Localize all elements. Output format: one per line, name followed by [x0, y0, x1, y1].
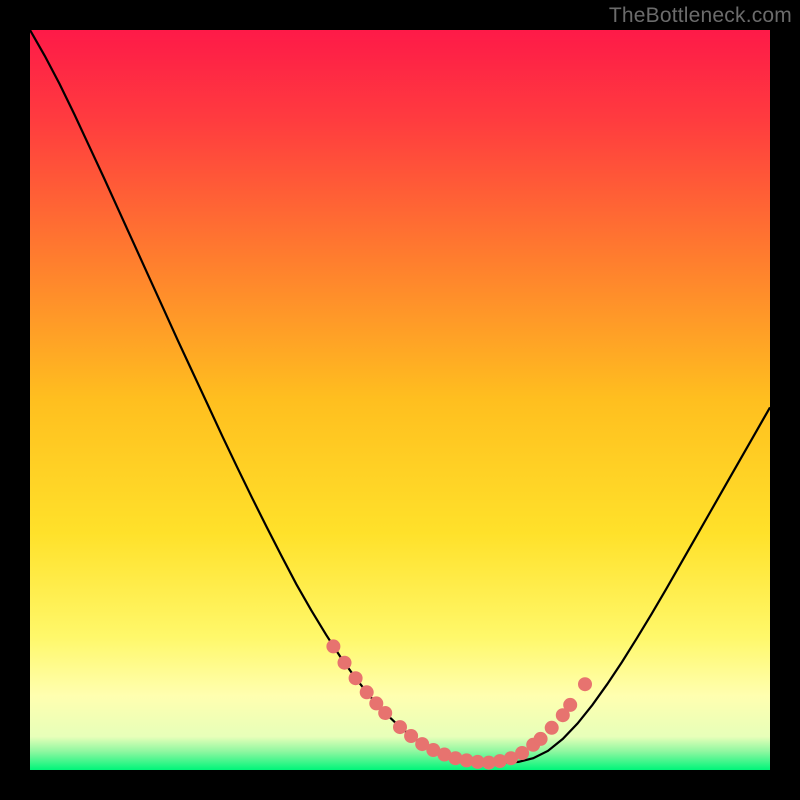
curve-dot — [545, 721, 559, 735]
curve-dot — [349, 671, 363, 685]
bottleneck-chart — [30, 30, 770, 770]
watermark-label: TheBottleneck.com — [609, 4, 792, 28]
curve-dot — [378, 706, 392, 720]
curve-dot — [578, 677, 592, 691]
curve-dot — [326, 639, 340, 653]
curve-dot — [534, 732, 548, 746]
curve-dot — [338, 656, 352, 670]
plot-background — [30, 30, 770, 770]
curve-dot — [563, 698, 577, 712]
curve-dot — [393, 720, 407, 734]
curve-dot — [515, 746, 529, 760]
curve-dot — [360, 685, 374, 699]
chart-frame: TheBottleneck.com — [0, 0, 800, 800]
